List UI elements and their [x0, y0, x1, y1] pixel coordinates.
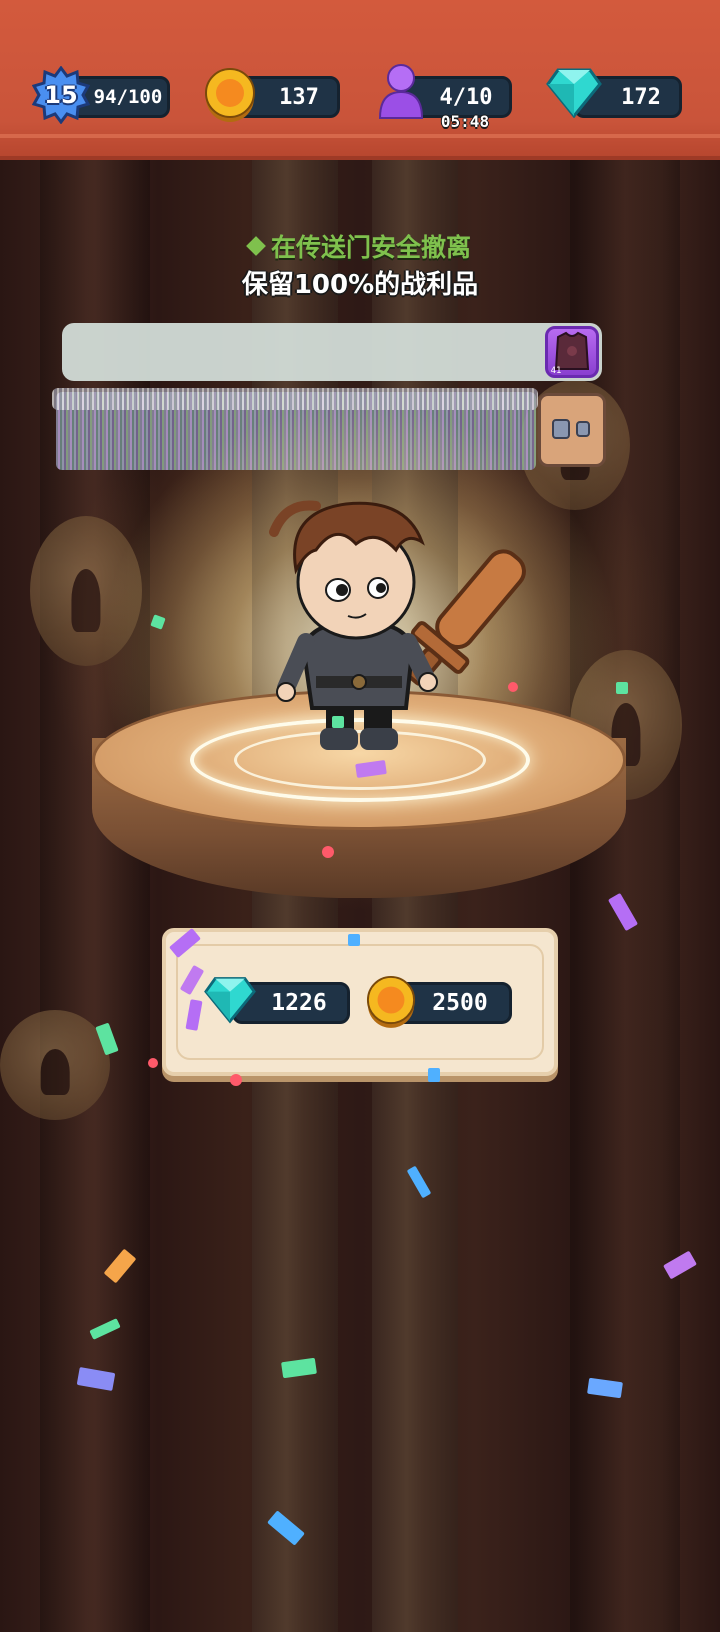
player-icon	[378, 64, 424, 119]
hint-diamond-icon	[246, 236, 266, 256]
confetti-piece	[428, 1068, 440, 1082]
keyhole-plate	[0, 1010, 110, 1120]
hint-text: 在传送门安全撤离	[270, 233, 471, 262]
reward-gems-value: 1226	[271, 990, 327, 1016]
confetti-piece	[616, 682, 628, 694]
coins-value: 137	[279, 84, 319, 110]
xp-value: 94/100	[93, 86, 163, 108]
reward-coins-value: 2500	[432, 990, 488, 1016]
gem-icon	[546, 68, 602, 118]
hero-character	[269, 500, 526, 750]
hud-divider	[0, 134, 720, 138]
players-value: 4/10	[439, 84, 493, 110]
confetti-piece	[148, 1058, 158, 1068]
confetti-piece	[508, 682, 518, 692]
confetti-piece	[348, 934, 360, 946]
loot-bar	[62, 323, 602, 381]
loot-retention-subtitle: 保留100%的战利品	[241, 270, 479, 300]
loot-slot-count: 41	[550, 366, 562, 376]
evacuation-hint: 在传送门安全撤离	[0, 228, 720, 264]
coin-icon	[205, 68, 255, 122]
confetti-piece	[230, 1074, 242, 1086]
match-timer: 05:48	[440, 112, 490, 131]
gems-value: 172	[621, 84, 661, 110]
level-number: 15	[44, 81, 78, 109]
confetti-piece	[332, 716, 344, 728]
reward-coin-icon	[366, 976, 416, 1028]
confetti-piece	[322, 846, 334, 858]
reward-gem-icon	[204, 977, 256, 1024]
